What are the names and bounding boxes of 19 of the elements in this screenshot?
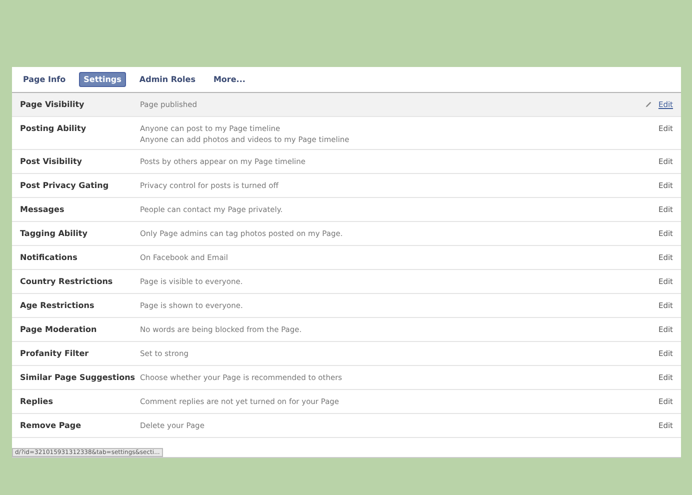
- setting-name: Post Visibility: [20, 157, 84, 166]
- setting-name: Similar Page Suggestions: [20, 373, 136, 382]
- setting-name: Page Moderation: [20, 325, 98, 334]
- tab[interactable]: Admin Roles: [134, 72, 200, 87]
- setting-name: Notifications: [20, 253, 78, 262]
- setting-name: Post Privacy Gating: [20, 181, 110, 190]
- tab[interactable]: Settings: [78, 72, 126, 87]
- pencil-icon: [645, 101, 652, 108]
- setting-name: Posting Ability: [20, 124, 88, 133]
- setting-name: Country Restrictions: [20, 277, 114, 286]
- setting-name: Tagging Ability: [20, 229, 88, 238]
- tab[interactable]: Page Info: [18, 72, 71, 87]
- setting-name: Replies: [20, 397, 54, 406]
- setting-name: Messages: [20, 205, 66, 214]
- setting-name: Age Restrictions: [20, 301, 96, 310]
- setting-name: Profanity Filter: [20, 349, 90, 358]
- setting-name: Remove Page: [20, 421, 82, 430]
- tab[interactable]: More...: [208, 72, 250, 87]
- setting-name: Page Visibility: [20, 100, 86, 109]
